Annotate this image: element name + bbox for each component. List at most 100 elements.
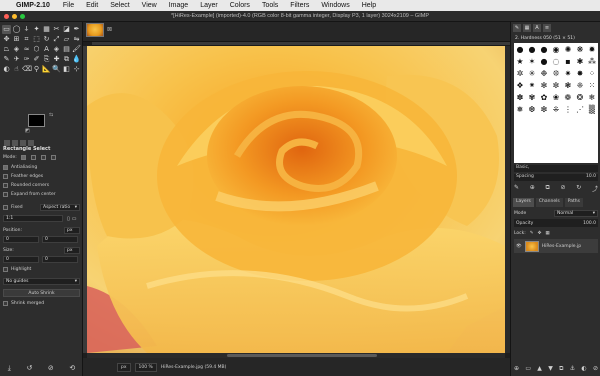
feather-edges-checkbox[interactable] — [3, 174, 8, 179]
brush-item[interactable]: ✶ — [526, 55, 538, 67]
clone-icon[interactable]: ⎘ — [42, 55, 51, 64]
brush-item[interactable]: ❃ — [562, 79, 574, 91]
brush-item[interactable]: ❄ — [586, 91, 598, 103]
brush-item[interactable]: ✺ — [562, 43, 574, 55]
brush-item[interactable]: ● — [526, 43, 538, 55]
brush-item[interactable]: ● — [538, 55, 550, 67]
horizontal-scrollbar-thumb[interactable] — [227, 354, 377, 357]
rounded-corners-option[interactable]: Rounded corners — [3, 183, 80, 188]
bucket-fill-icon[interactable]: ◈ — [52, 45, 61, 54]
dodge-icon[interactable]: ◐ — [2, 65, 11, 74]
new-group-icon[interactable]: ▭ — [525, 365, 531, 373]
brush-item[interactable]: ⋰ — [574, 103, 586, 115]
brush-item[interactable]: ⁙ — [586, 79, 598, 91]
ink-icon[interactable]: ✑ — [22, 55, 31, 64]
3d-transform-icon[interactable]: ◈ — [12, 45, 21, 54]
warp-icon[interactable]: ≈ — [22, 45, 31, 54]
size-h-input[interactable]: 0 — [42, 256, 78, 263]
brush-item[interactable]: ❋ — [574, 43, 586, 55]
brush-item[interactable]: ⁂ — [586, 55, 598, 67]
guides-select[interactable]: No guides ▾ — [3, 278, 80, 285]
align-icon[interactable]: ⊞ — [12, 35, 21, 44]
brush-item[interactable]: ⁜ — [550, 103, 562, 115]
brush-item[interactable]: ❖ — [514, 79, 526, 91]
image-tab-thumbnail[interactable] — [86, 23, 104, 37]
tool-options-tab-icon[interactable] — [4, 139, 10, 146]
zoom-select[interactable]: 100 % — [134, 362, 157, 372]
heal-icon[interactable]: ✚ — [52, 55, 61, 64]
antialiasing-checkbox[interactable] — [3, 165, 8, 170]
fixed-checkbox[interactable] — [3, 205, 8, 210]
mode-add-icon[interactable] — [30, 155, 36, 160]
ratio-input[interactable]: 1:1 — [3, 215, 63, 222]
open-brush-icon[interactable]: ⤴ — [592, 184, 598, 193]
brush-item[interactable]: ❁ — [562, 91, 574, 103]
by-color-select-icon[interactable]: ▦ — [42, 25, 51, 34]
edit-brush-icon[interactable]: ✎ — [514, 184, 519, 193]
mask-icon[interactable]: ◐ — [581, 365, 586, 373]
delete-options-icon[interactable]: ⊘ — [48, 364, 54, 373]
zoom-window-icon[interactable] — [20, 14, 25, 19]
size-unit-select[interactable]: px — [64, 247, 80, 254]
tab-channels[interactable]: Channels — [535, 198, 563, 207]
shear-icon[interactable]: ▱ — [62, 35, 71, 44]
color-picker-icon[interactable]: ⚲ — [32, 65, 41, 74]
close-window-icon[interactable] — [4, 14, 9, 19]
size-w-input[interactable]: 0 — [3, 256, 39, 263]
landscape-icon[interactable]: ▭ — [72, 216, 77, 222]
antialiasing-option[interactable]: Antialiasing — [3, 165, 80, 170]
eraser-icon[interactable]: ⌫ — [22, 65, 32, 74]
brush-item[interactable]: ❇ — [538, 103, 550, 115]
reset-options-icon[interactable]: ⟲ — [69, 364, 75, 373]
shrink-merged-checkbox[interactable] — [3, 301, 8, 306]
lock-position-icon[interactable]: ✥ — [538, 231, 542, 236]
paths-icon[interactable]: ✒ — [72, 25, 81, 34]
free-select-icon[interactable]: ↆ — [22, 25, 31, 34]
brush-item[interactable]: ★ — [514, 55, 526, 67]
rotate-icon[interactable]: ↻ — [42, 35, 51, 44]
move-icon[interactable]: ✥ — [2, 35, 11, 44]
smudge-icon[interactable]: ☝ — [12, 65, 21, 74]
menu-edit[interactable]: Edit — [80, 2, 104, 9]
highlight-option[interactable]: Highlight — [3, 267, 80, 272]
raise-layer-icon[interactable]: ▲ — [537, 365, 542, 373]
brush-item[interactable]: ✿ — [538, 91, 550, 103]
brush-item[interactable]: ❆ — [526, 103, 538, 115]
menu-windows[interactable]: Windows — [315, 2, 355, 9]
lower-layer-icon[interactable]: ▼ — [548, 365, 553, 373]
aspect-ratio-select[interactable]: Aspect ratio ▾ — [40, 204, 80, 211]
mode-replace-icon[interactable] — [20, 155, 26, 160]
brush-item[interactable]: ◉ — [550, 43, 562, 55]
perspective-clone-icon[interactable]: ⧉ — [62, 55, 71, 64]
rect-select-icon[interactable]: ▭ — [2, 25, 11, 34]
brush-item[interactable]: ▒ — [586, 103, 598, 115]
menu-filters[interactable]: Filters — [284, 2, 315, 9]
brush-item[interactable]: ✼ — [550, 79, 562, 91]
minimize-window-icon[interactable] — [12, 14, 17, 19]
brush-item[interactable]: ✻ — [538, 79, 550, 91]
close-icon[interactable]: ⊠ — [107, 26, 112, 33]
undo-history-tab-icon[interactable] — [20, 139, 26, 146]
flip-icon[interactable]: ⇋ — [72, 35, 81, 44]
brush-item[interactable]: ● — [538, 43, 550, 55]
anchor-icon[interactable]: ⚓ — [570, 365, 575, 373]
brush-item[interactable]: ◌ — [550, 55, 562, 67]
menu-select[interactable]: Select — [104, 2, 135, 9]
mode-icon[interactable]: ◧ — [62, 65, 71, 74]
image-canvas[interactable] — [87, 46, 505, 353]
brush-item[interactable]: ❀ — [550, 91, 562, 103]
brush-item[interactable]: ❉ — [538, 67, 550, 79]
save-options-icon[interactable]: ⤓ — [8, 364, 11, 373]
brush-item[interactable]: ✾ — [526, 91, 538, 103]
tab-paths[interactable]: Paths — [564, 198, 583, 207]
auto-shrink-button[interactable]: Auto Shrink — [3, 289, 80, 297]
position-y-input[interactable]: 0 — [42, 236, 78, 243]
duplicate-layer-icon[interactable]: ⧉ — [559, 365, 563, 373]
brush-item[interactable]: ✷ — [562, 67, 574, 79]
layer-mode-select[interactable]: Normal ▾ — [554, 209, 598, 217]
scissors-icon[interactable]: ✂ — [52, 25, 61, 34]
brush-item[interactable]: ⁘ — [586, 67, 598, 79]
zoom-icon[interactable]: 🔍 — [52, 65, 61, 74]
brush-item[interactable]: ❈ — [574, 79, 586, 91]
menu-colors[interactable]: Colors — [224, 2, 256, 9]
